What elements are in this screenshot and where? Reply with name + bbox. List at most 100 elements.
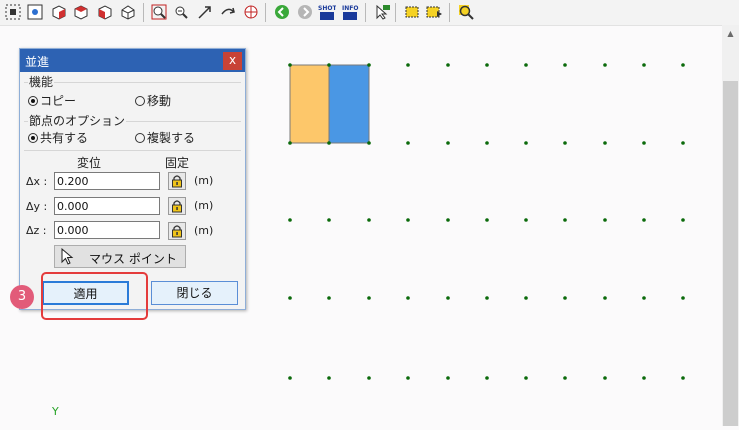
- grid-node[interactable]: [406, 296, 410, 300]
- grid-node[interactable]: [642, 296, 646, 300]
- grid-node[interactable]: [603, 63, 607, 67]
- grid-node[interactable]: [563, 141, 567, 145]
- info-icon[interactable]: INFO: [341, 3, 359, 21]
- grid-node[interactable]: [327, 141, 331, 145]
- grid-node[interactable]: [485, 63, 489, 67]
- dx-lock-icon[interactable]: [168, 172, 186, 190]
- cube-outline-icon[interactable]: [119, 3, 137, 21]
- toolbar-separator: [449, 3, 450, 22]
- radio-share[interactable]: 共有する: [28, 129, 88, 146]
- dz-lock-icon[interactable]: [168, 222, 186, 240]
- grid-node[interactable]: [485, 296, 489, 300]
- grid-node[interactable]: [446, 218, 450, 222]
- grid-node[interactable]: [642, 376, 646, 380]
- radio-copy-indicator: [28, 95, 38, 106]
- vertical-scrollbar[interactable]: ▲: [722, 25, 739, 426]
- grid-node[interactable]: [681, 218, 685, 222]
- grid-node[interactable]: [485, 141, 489, 145]
- radio-duplicate-indicator: [135, 132, 145, 143]
- grid-node[interactable]: [288, 218, 292, 222]
- grid-node[interactable]: [524, 141, 528, 145]
- scrollbar-thumb[interactable]: [723, 81, 738, 426]
- rotate-icon[interactable]: [219, 3, 237, 21]
- radio-move-indicator: [135, 95, 145, 106]
- close-button[interactable]: 閉じる: [151, 281, 238, 305]
- grid-node[interactable]: [367, 376, 371, 380]
- magnifier-icon[interactable]: [457, 3, 475, 21]
- grid-node[interactable]: [681, 296, 685, 300]
- grid-node[interactable]: [327, 296, 331, 300]
- mouse-point-button[interactable]: マウス ポイント: [54, 245, 186, 268]
- forward-icon[interactable]: [296, 3, 314, 21]
- grid-node[interactable]: [524, 63, 528, 67]
- back-icon[interactable]: [273, 3, 291, 21]
- cube-red-3-icon[interactable]: [96, 3, 114, 21]
- grid-node[interactable]: [642, 218, 646, 222]
- cube-red-2-icon[interactable]: [72, 3, 90, 21]
- grid-node[interactable]: [681, 376, 685, 380]
- select-node-icon[interactable]: [26, 3, 44, 21]
- globe-icon[interactable]: [242, 3, 260, 21]
- grid-node[interactable]: [446, 296, 450, 300]
- grid-node[interactable]: [681, 63, 685, 67]
- cursor-icon[interactable]: [374, 3, 392, 21]
- dz-input[interactable]: 0.000: [54, 221, 160, 239]
- yellow-box-icon[interactable]: [403, 3, 421, 21]
- grid-node[interactable]: [446, 63, 450, 67]
- grid-node[interactable]: [327, 63, 331, 67]
- dx-input[interactable]: 0.200: [54, 172, 160, 190]
- toolbar: SHOT INFO: [0, 0, 739, 26]
- grid-node[interactable]: [288, 141, 292, 145]
- grid-node[interactable]: [603, 141, 607, 145]
- grid-node[interactable]: [367, 296, 371, 300]
- grid-node[interactable]: [327, 218, 331, 222]
- grid-node[interactable]: [563, 218, 567, 222]
- grid-node[interactable]: [367, 218, 371, 222]
- grid-node[interactable]: [524, 218, 528, 222]
- grid-node[interactable]: [288, 296, 292, 300]
- dy-lock-icon[interactable]: [168, 197, 186, 215]
- grid-node[interactable]: [681, 141, 685, 145]
- grid-node[interactable]: [288, 376, 292, 380]
- zoom-out-icon[interactable]: [172, 3, 190, 21]
- grid-node[interactable]: [642, 63, 646, 67]
- grid-node[interactable]: [446, 376, 450, 380]
- grid-node[interactable]: [367, 141, 371, 145]
- grid-node[interactable]: [563, 63, 567, 67]
- select-all-icon[interactable]: [4, 3, 22, 21]
- grid-node[interactable]: [367, 63, 371, 67]
- grid-node[interactable]: [485, 376, 489, 380]
- grid-node[interactable]: [406, 141, 410, 145]
- grid-node[interactable]: [524, 296, 528, 300]
- grid-node[interactable]: [642, 141, 646, 145]
- grid-node[interactable]: [406, 376, 410, 380]
- dialog-titlebar[interactable]: 並進 x: [20, 49, 245, 72]
- radio-duplicate[interactable]: 複製する: [135, 129, 195, 146]
- grid-node[interactable]: [603, 376, 607, 380]
- shot-icon[interactable]: SHOT: [318, 3, 336, 21]
- grid-node[interactable]: [288, 63, 292, 67]
- plate-element-orange[interactable]: [289, 64, 330, 144]
- grid-node[interactable]: [603, 218, 607, 222]
- grid-node[interactable]: [563, 296, 567, 300]
- toolbar-separator: [365, 3, 366, 22]
- grid-node[interactable]: [446, 141, 450, 145]
- grid-node[interactable]: [406, 63, 410, 67]
- grid-node[interactable]: [563, 376, 567, 380]
- radio-copy-label: コピー: [40, 94, 77, 108]
- radio-copy[interactable]: コピー: [28, 92, 76, 109]
- radio-move[interactable]: 移動: [135, 92, 171, 109]
- cube-red-icon[interactable]: [50, 3, 68, 21]
- dy-input[interactable]: 0.000: [54, 197, 160, 215]
- grid-node[interactable]: [327, 376, 331, 380]
- yellow-box-2-icon[interactable]: [425, 3, 443, 21]
- scroll-up-icon[interactable]: ▲: [722, 27, 739, 41]
- grid-node[interactable]: [406, 218, 410, 222]
- dialog-close-button[interactable]: x: [223, 52, 242, 70]
- arrow-icon[interactable]: [196, 3, 214, 21]
- grid-node[interactable]: [524, 376, 528, 380]
- grid-node[interactable]: [603, 296, 607, 300]
- plate-element-blue[interactable]: [328, 64, 370, 144]
- grid-node[interactable]: [485, 218, 489, 222]
- zoom-window-icon[interactable]: [150, 3, 168, 21]
